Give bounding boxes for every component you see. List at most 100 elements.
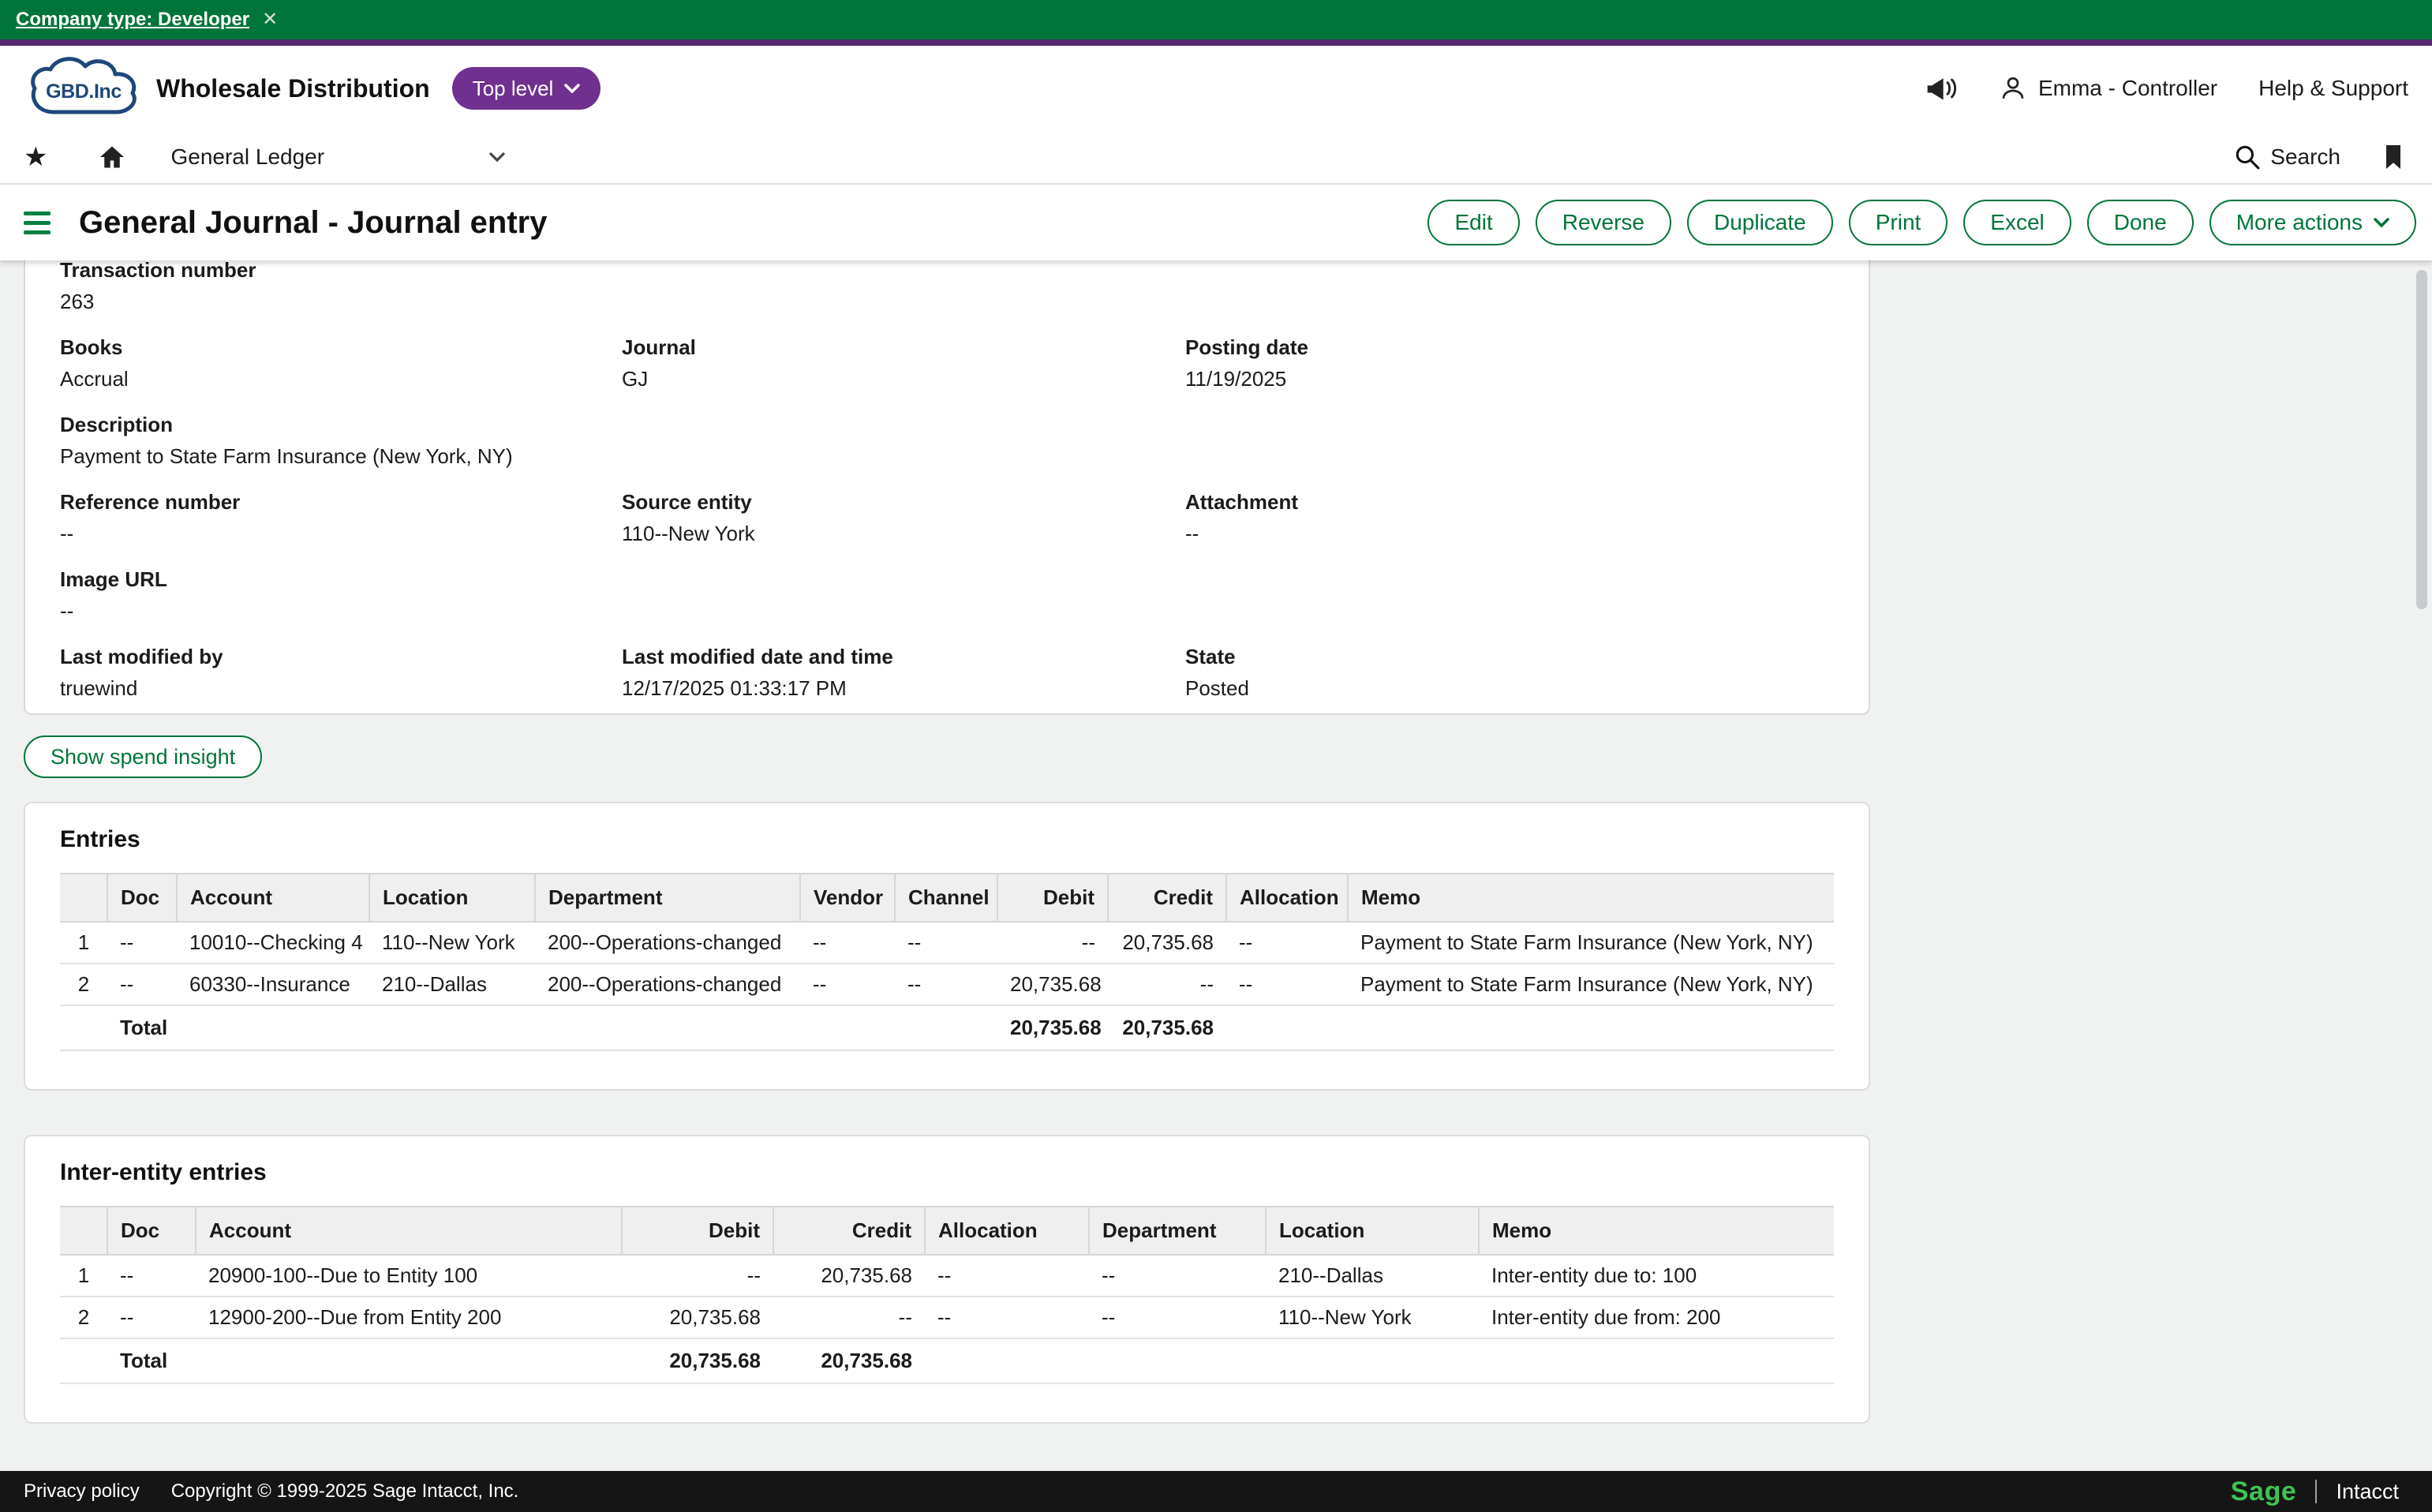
- table-cell: 2: [60, 1297, 107, 1338]
- column-header-location: Location: [369, 874, 535, 922]
- table-cell: Payment to State Farm Insurance (New Yor…: [1348, 922, 1834, 964]
- column-header-department: Department: [1089, 1207, 1266, 1255]
- user-menu[interactable]: Emma - Controller: [1999, 74, 2217, 103]
- column-header-location: Location: [1266, 1207, 1479, 1255]
- table-cell: 20,735.68: [997, 964, 1108, 1005]
- help-support-link[interactable]: Help & Support: [2258, 76, 2408, 101]
- more-actions-button[interactable]: More actions: [2209, 200, 2416, 245]
- company-name: Wholesale Distribution: [156, 74, 430, 103]
- column-header-debit: Debit: [997, 874, 1108, 922]
- company-type-link[interactable]: Company type: Developer: [16, 9, 249, 31]
- table-cell: --: [895, 922, 997, 964]
- field-label: Reference number: [60, 489, 622, 515]
- field-label: Last modified date and time: [622, 644, 1185, 669]
- copyright-text: Copyright © 1999-2025 Sage Intacct, Inc.: [171, 1480, 519, 1503]
- journal-entry-details: Transaction number263BooksAccrualJournal…: [24, 260, 1870, 715]
- table-cell: Payment to State Farm Insurance (New Yor…: [1348, 964, 1834, 1005]
- more-actions-label: More actions: [2236, 210, 2363, 235]
- footer-divider: [2315, 1480, 2317, 1503]
- action-buttons: Edit Reverse Duplicate Print Excel Done More …: [1427, 200, 2416, 245]
- content-area: Transaction number263BooksAccrualJournal…: [0, 260, 2432, 1471]
- table-cell: 200--Operations-changed: [535, 964, 800, 1005]
- header-right: Emma - Controller Help & Support: [1923, 73, 2408, 104]
- module-select[interactable]: General Ledger: [170, 144, 505, 170]
- field-label: Image URL: [60, 567, 622, 592]
- privacy-policy-link[interactable]: Privacy policy: [24, 1480, 140, 1503]
- total-cell: [1226, 1005, 1348, 1050]
- column-header-allocation: Allocation: [925, 1207, 1089, 1255]
- banner-close-icon[interactable]: ✕: [262, 10, 278, 29]
- table-cell: --: [1108, 964, 1226, 1005]
- column-header: [60, 874, 107, 922]
- entity-selector[interactable]: Top level: [452, 67, 601, 110]
- detail-row: BooksAccrualJournalGJPosting date11/19/2…: [60, 335, 1834, 391]
- table-cell: 1: [60, 1255, 107, 1297]
- vertical-scrollbar[interactable]: [2416, 270, 2427, 609]
- table-cell: --: [1226, 964, 1348, 1005]
- table-cell: 2: [60, 964, 107, 1005]
- detail-row: Last modified bytruewindLast modified da…: [60, 644, 1834, 701]
- excel-button[interactable]: Excel: [1963, 200, 2071, 245]
- done-button[interactable]: Done: [2087, 200, 2194, 245]
- column-header-credit: Credit: [773, 1207, 925, 1255]
- table-cell: --: [800, 922, 895, 964]
- footer-right: Sage Intacct: [2231, 1476, 2408, 1507]
- search-label: Search: [2270, 144, 2340, 170]
- reverse-button[interactable]: Reverse: [1536, 200, 1671, 245]
- search-icon: [2234, 144, 2261, 170]
- table-cell: --: [925, 1255, 1089, 1297]
- table-cell: 1: [60, 922, 107, 964]
- field-value: GJ: [622, 366, 1185, 391]
- sage-logo: Sage: [2231, 1476, 2297, 1507]
- column-header-debit: Debit: [622, 1207, 773, 1255]
- total-cell: [925, 1338, 1089, 1383]
- bookmark-icon[interactable]: [2381, 143, 2405, 171]
- field-label: Posting date: [1185, 335, 1834, 360]
- total-cell: [1266, 1338, 1479, 1383]
- table-cell: --: [107, 1255, 196, 1297]
- table-cell: 20900-100--Due to Entity 100: [196, 1255, 622, 1297]
- entries-table: DocAccountLocationDepartmentVendorChanne…: [60, 873, 1834, 1051]
- table-cell: --: [773, 1297, 925, 1338]
- field-source-entity: Source entity110--New York: [622, 489, 1185, 546]
- table-cell: --: [895, 964, 997, 1005]
- table-cell: 210--Dallas: [1266, 1255, 1479, 1297]
- inter-entity-table: DocAccountDebitCreditAllocationDepartmen…: [60, 1206, 1834, 1384]
- show-spend-insight-button[interactable]: Show spend insight: [24, 735, 262, 778]
- column-header-channel: Channel: [895, 874, 997, 922]
- inter-entity-card: Inter-entity entries DocAccountDebitCred…: [24, 1135, 1870, 1424]
- company-logo: GBD.Inc: [24, 54, 144, 123]
- total-cell: Total: [107, 1338, 196, 1383]
- field-value: Posted: [1185, 676, 1834, 701]
- edit-button[interactable]: Edit: [1427, 200, 1519, 245]
- table-cell: --: [107, 1297, 196, 1338]
- field-value: 11/19/2025: [1185, 366, 1834, 391]
- field-label: Journal: [622, 335, 1185, 360]
- page-title: General Journal - Journal entry: [79, 205, 548, 241]
- duplicate-button[interactable]: Duplicate: [1687, 200, 1833, 245]
- print-button[interactable]: Print: [1849, 200, 1948, 245]
- field-transaction-number: Transaction number263: [60, 260, 622, 314]
- total-cell: [800, 1005, 895, 1050]
- field-value: 263: [60, 289, 622, 314]
- announcements-icon[interactable]: [1923, 73, 1958, 104]
- table-row: 2--60330--Insurance210--Dallas200--Opera…: [60, 964, 1834, 1005]
- table-cell: 20,735.68: [622, 1297, 773, 1338]
- entity-selector-label: Top level: [473, 77, 554, 101]
- table-total-row: Total20,735.6820,735.68: [60, 1005, 1834, 1050]
- table-cell: --: [107, 922, 177, 964]
- menu-icon[interactable]: [24, 211, 51, 234]
- field-image-url: Image URL--: [60, 567, 622, 623]
- logo-text: GBD.Inc: [24, 54, 144, 123]
- field-label: State: [1185, 644, 1834, 669]
- total-cell: [177, 1005, 369, 1050]
- total-cell: [60, 1005, 107, 1050]
- action-button-group: Edit Reverse Duplicate Print Excel Done: [1427, 200, 2193, 245]
- person-icon: [1999, 74, 2027, 103]
- search-button[interactable]: Search: [2234, 144, 2340, 170]
- column-header-account: Account: [196, 1207, 622, 1255]
- table-cell: --: [622, 1255, 773, 1297]
- home-icon[interactable]: [98, 144, 126, 170]
- favorites-star-icon[interactable]: ★: [24, 144, 47, 170]
- chevron-down-icon: [2374, 218, 2389, 227]
